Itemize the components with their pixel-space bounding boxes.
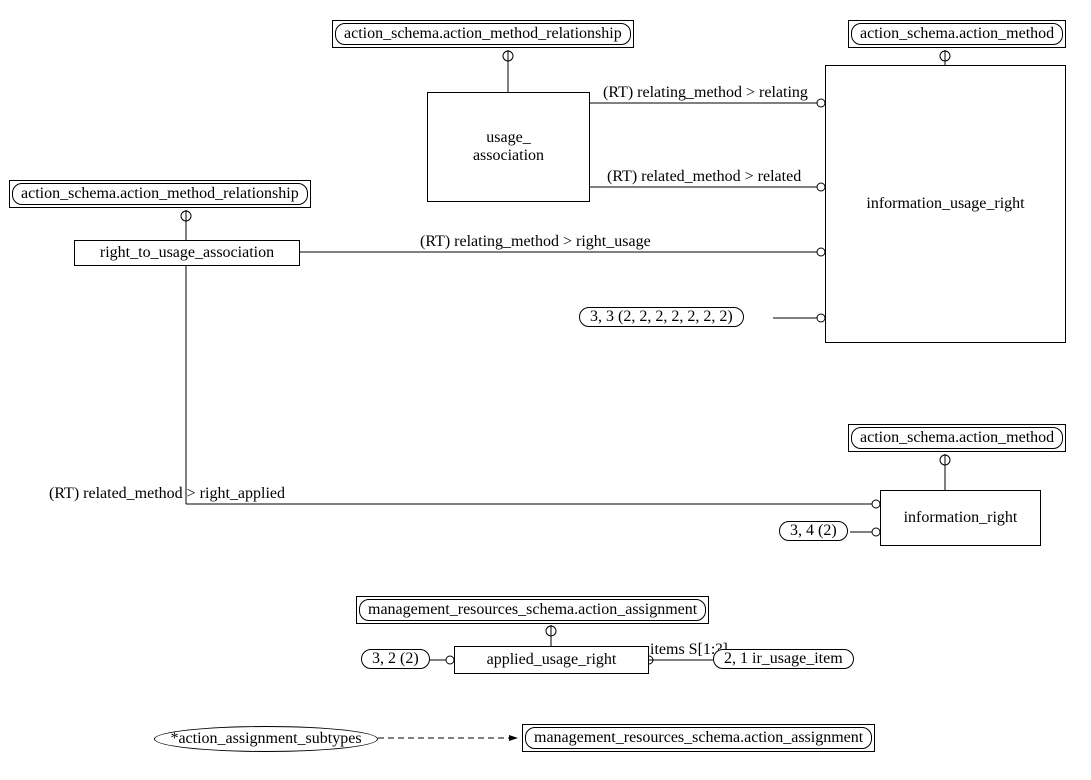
ref-mgmt-action-assignment-1: management_resources_schema.action_assig… bbox=[356, 596, 709, 624]
label-related-method-right-applied: (RT) related_method > right_applied bbox=[49, 485, 285, 503]
entity-usage-association: usage_ association bbox=[427, 92, 590, 202]
entity-label: usage_ association bbox=[473, 129, 544, 165]
label-relating-method-right-usage: (RT) relating_method > right_usage bbox=[420, 233, 651, 251]
entity-label: information_usage_right bbox=[866, 195, 1024, 213]
ref-mgmt-action-assignment-2: management_resources_schema.action_assig… bbox=[522, 724, 875, 752]
pill-ir-usage-item: 2, 1 ir_usage_item bbox=[713, 649, 854, 669]
entity-label: information_right bbox=[904, 509, 1018, 527]
entity-label: applied_usage_right bbox=[487, 651, 617, 669]
ref-action-method-relationship-2: action_schema.action_method_relationship bbox=[332, 20, 634, 48]
ellipse-label: *action_assignment_subtypes bbox=[170, 730, 361, 748]
ref-action-method-relationship-1: action_schema.action_method_relationship bbox=[9, 180, 311, 208]
ellipse-action-assignment-subtypes: *action_assignment_subtypes bbox=[154, 726, 378, 752]
ref-label: action_schema.action_method bbox=[860, 429, 1054, 446]
pill-page-ref-2: 3, 4 (2) bbox=[779, 521, 848, 541]
entity-applied-usage-right: applied_usage_right bbox=[454, 646, 649, 674]
ref-action-method-2: action_schema.action_method bbox=[848, 424, 1066, 452]
entity-information-usage-right: information_usage_right bbox=[825, 65, 1066, 343]
ref-label: management_resources_schema.action_assig… bbox=[534, 729, 863, 746]
pill-page-ref-3: 3, 2 (2) bbox=[361, 649, 430, 669]
entity-label: right_to_usage_association bbox=[100, 244, 274, 262]
entity-right-to-usage-association: right_to_usage_association bbox=[74, 240, 300, 266]
ref-label: management_resources_schema.action_assig… bbox=[368, 601, 697, 618]
ref-label: action_schema.action_method bbox=[860, 25, 1054, 42]
entity-information-right: information_right bbox=[880, 490, 1041, 546]
ref-label: action_schema.action_method_relationship bbox=[344, 25, 622, 42]
label-relating-method-relating: (RT) relating_method > relating bbox=[603, 84, 808, 102]
ref-label: action_schema.action_method_relationship bbox=[21, 185, 299, 202]
ref-action-method-1: action_schema.action_method bbox=[848, 20, 1066, 48]
pill-page-ref-1: 3, 3 (2, 2, 2, 2, 2, 2, 2) bbox=[579, 307, 744, 327]
label-related-method-related: (RT) related_method > related bbox=[607, 168, 801, 186]
